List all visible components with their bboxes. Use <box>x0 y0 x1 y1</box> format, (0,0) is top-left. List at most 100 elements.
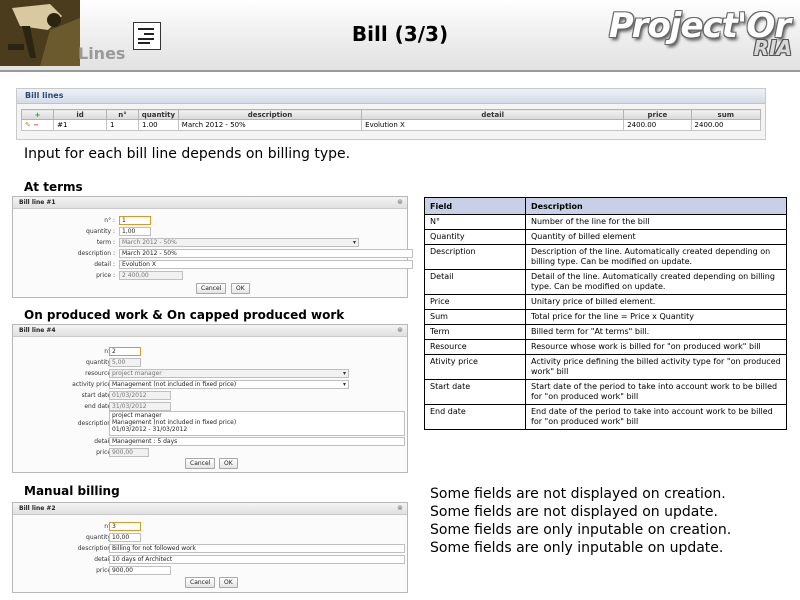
term-select[interactable]: March 2012 - 50% <box>119 238 359 247</box>
field-description: Unitary price of billed element. <box>525 294 787 310</box>
dialog-title: Bill line #2 <box>13 503 407 515</box>
dialog-bill-line-produced: Bill line #4 ⊗ n° : 2 quantity : 5,00 re… <box>12 324 408 473</box>
column-header-description: Description <box>525 197 787 215</box>
field-name: Price <box>424 294 526 310</box>
quantity-field[interactable]: 1,00 <box>119 227 151 236</box>
cancel-button[interactable]: Cancel <box>185 458 216 469</box>
add-line-header[interactable]: + <box>20 109 55 120</box>
column-header-price: price <box>623 109 692 120</box>
field-name: Term <box>424 324 526 340</box>
resource-select[interactable]: project manager <box>109 369 349 378</box>
label-description: description : <box>77 250 115 257</box>
table-header-row: + id n° quantity description detail pric… <box>20 109 762 120</box>
column-header-field: Field <box>424 197 526 215</box>
table-row: Start date Start date of the period to ta… <box>424 379 787 405</box>
brand-suffix: RIA <box>753 36 792 60</box>
edit-icon[interactable]: ✎ <box>25 121 31 129</box>
bill-lines-panel: Bill lines + id n° quantity description … <box>16 88 766 140</box>
field-description: Resource whose work is billed for "on pr… <box>525 339 787 355</box>
cell-quantity: 1.00 <box>138 119 179 131</box>
table-row[interactable]: ✎ − #1 1 1.00 March 2012 - 50% Evolution… <box>20 119 762 131</box>
field-name: Sum <box>424 309 526 325</box>
table-row: Sum Total price for the line = Price x Qu… <box>424 309 787 325</box>
close-icon[interactable]: ⊗ <box>397 326 403 334</box>
label-activity-price: activity price : <box>72 381 115 388</box>
section-at-terms: At terms <box>24 180 83 194</box>
description-line-1: project manager <box>112 412 162 419</box>
table-row: Price Unitary price of billed element. <box>424 294 787 310</box>
end-date-field[interactable]: 31/03/2012 <box>109 402 171 411</box>
column-header-quantity: quantity <box>138 109 179 120</box>
label-description: description : <box>77 420 115 427</box>
cancel-button[interactable]: Cancel <box>196 283 227 294</box>
field-name: Detail <box>424 269 526 295</box>
delete-icon[interactable]: − <box>33 121 39 129</box>
field-description: Start date of the period to take into ac… <box>525 379 787 405</box>
field-description: Billed term for "At terms" bill. <box>525 324 787 340</box>
label-price: price : <box>96 449 115 456</box>
field-description: Total price for the line = Price x Quant… <box>525 309 787 325</box>
section-label: Lines <box>78 44 126 63</box>
detail-field[interactable]: Evolution X <box>119 260 413 269</box>
description-field[interactable]: March 2012 - 50% <box>119 249 413 258</box>
start-date-field[interactable]: 01/03/2012 <box>109 391 171 400</box>
column-header-description: description <box>177 109 363 120</box>
add-icon[interactable]: + <box>35 111 41 119</box>
field-description: Description of the line. Automatically c… <box>525 244 787 270</box>
label-number: n° : <box>104 523 115 530</box>
table-row: Ativity price Activity price defining the… <box>424 354 787 380</box>
field-description: Quantity of billed element <box>525 229 787 245</box>
description-line-3: 01/03/2012 - 31/03/2012 <box>112 426 188 433</box>
quantity-field[interactable]: 5,00 <box>109 358 141 367</box>
row-actions: ✎ − <box>20 119 55 131</box>
cell-number: 1 <box>105 119 140 131</box>
number-field[interactable]: 1 <box>119 216 151 225</box>
dialog-bill-line-manual: Bill line #2 ⊗ n° : 3 quantity : 10,00 d… <box>12 502 408 593</box>
label-start-date: start date : <box>81 392 115 399</box>
price-field[interactable]: 900,00 <box>109 566 171 575</box>
bill-lines-title[interactable]: Bill lines <box>17 89 765 104</box>
cancel-button[interactable]: Cancel <box>185 577 216 588</box>
note-line: Some fields are not displayed on update. <box>430 504 718 520</box>
description-textarea[interactable]: project manager Management (not included… <box>109 411 405 436</box>
column-header-number: n° <box>105 109 140 120</box>
dialog-bill-line-terms: Bill line #1 ⊗ n° : 1 quantity : 1,00 te… <box>12 196 413 298</box>
detail-field[interactable]: Management : 5 days <box>109 437 405 446</box>
detail-field[interactable]: 10 days of Architect <box>109 555 405 564</box>
label-number: n° : <box>104 348 115 355</box>
note-line: Some fields are not displayed on creatio… <box>430 486 726 502</box>
quantity-field[interactable]: 10,00 <box>109 533 141 542</box>
price-field[interactable]: 2 400,00 <box>119 271 183 280</box>
description-field[interactable]: Billing for not followed work <box>109 544 405 553</box>
table-row: N° Number of the line for the bill <box>424 214 787 230</box>
description-line-2: Management (not included in fixed price) <box>112 419 237 426</box>
close-icon[interactable]: ⊗ <box>397 504 403 512</box>
label-detail: detail : <box>94 438 115 445</box>
table-header-row: Field Description <box>424 197 787 215</box>
close-icon[interactable]: ⊗ <box>397 198 403 206</box>
label-number: n° : <box>104 217 115 224</box>
ok-button[interactable]: OK <box>231 283 250 294</box>
ok-button[interactable]: OK <box>219 458 238 469</box>
field-name: Quantity <box>424 229 526 245</box>
table-row: Detail Detail of the line. Automatically … <box>424 269 787 295</box>
number-field[interactable]: 2 <box>109 347 141 356</box>
label-detail: detail : <box>94 556 115 563</box>
table-row: End date End date of the period to take i… <box>424 404 787 430</box>
activity-price-select[interactable]: Management (not included in fixed price) <box>109 380 349 389</box>
notes-block: Some fields are not displayed on creatio… <box>430 485 731 557</box>
field-description-table: Field Description N° Number of the line f… <box>424 197 787 430</box>
bill-lines-table: + id n° quantity description detail pric… <box>20 109 762 131</box>
column-header-sum: sum <box>690 109 762 120</box>
field-name: Resource <box>424 339 526 355</box>
field-name: Description <box>424 244 526 270</box>
number-field[interactable]: 3 <box>109 522 141 531</box>
ok-button[interactable]: OK <box>219 577 238 588</box>
price-field[interactable]: 900,00 <box>109 448 149 457</box>
table-row: Quantity Quantity of billed element <box>424 229 787 245</box>
label-description: description : <box>77 545 115 552</box>
field-description: Activity price defining the billed activ… <box>525 354 787 380</box>
cell-description: March 2012 - 50% <box>177 119 363 131</box>
section-produced-work: On produced work & On capped produced wo… <box>24 308 345 322</box>
field-name: N° <box>424 214 526 230</box>
